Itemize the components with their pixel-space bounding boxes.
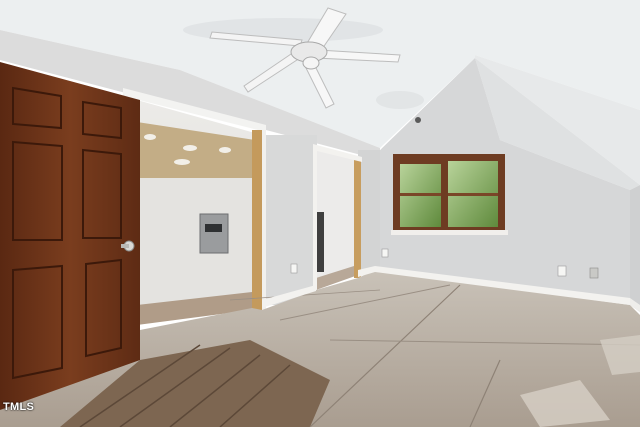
wall-outlet bbox=[381, 248, 389, 258]
ceiling-medallion bbox=[376, 91, 424, 109]
open-door bbox=[0, 62, 140, 410]
wall-outlet bbox=[589, 267, 599, 279]
hallway-door-dark bbox=[316, 212, 324, 272]
wall-outlet bbox=[290, 263, 298, 274]
room-scene bbox=[0, 0, 640, 427]
closet-back-wall bbox=[137, 178, 255, 308]
watermark-logo: TMLS bbox=[3, 401, 35, 413]
center-wall-right bbox=[358, 150, 380, 275]
closet-trim-right-edge bbox=[262, 130, 266, 310]
recessed-light bbox=[415, 117, 421, 123]
window-sash-divider bbox=[441, 158, 448, 231]
attic-bedroom-photo: TMLS bbox=[0, 0, 640, 427]
window-sill bbox=[391, 230, 508, 235]
doorway-trim-right bbox=[354, 160, 361, 278]
wall-outlet bbox=[557, 265, 567, 277]
doorway-trim-left bbox=[313, 146, 317, 294]
panel-label bbox=[205, 224, 222, 232]
right-wall bbox=[630, 185, 640, 312]
center-wall bbox=[262, 135, 317, 305]
electrical-panel bbox=[199, 213, 229, 254]
